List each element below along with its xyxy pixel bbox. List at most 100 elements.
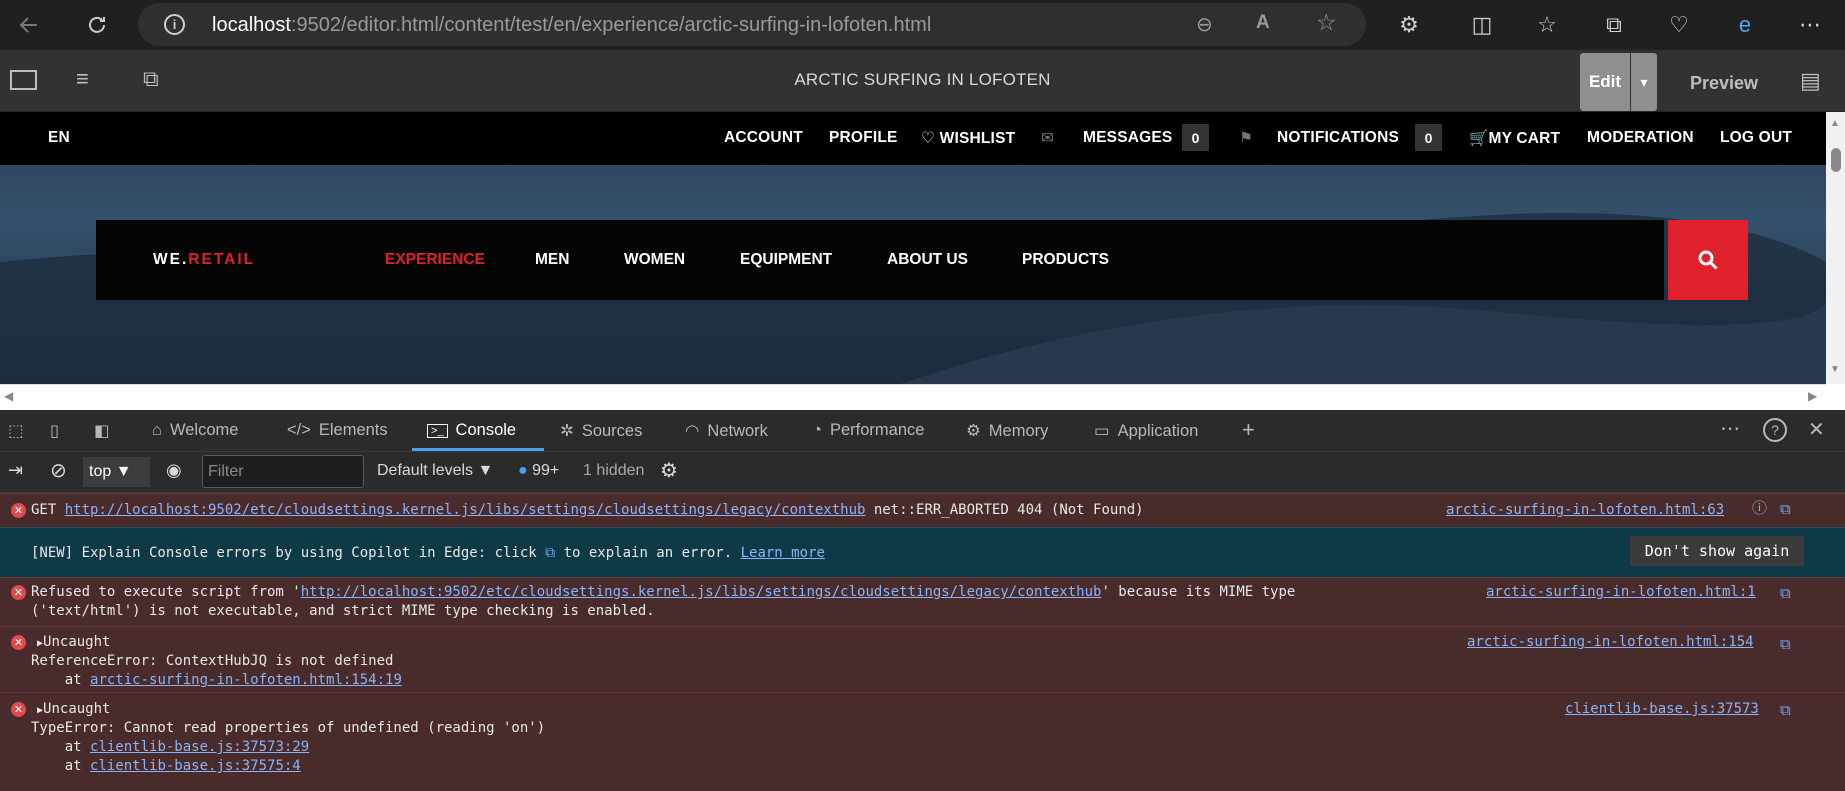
scroll-up-icon[interactable]: ▲ xyxy=(1830,118,1840,129)
console-filter-input[interactable] xyxy=(202,455,364,488)
back-button[interactable] xyxy=(12,8,46,42)
tab-application[interactable]: ▭ Application xyxy=(1094,421,1198,441)
favorites-icon[interactable]: ☆ xyxy=(1530,8,1564,42)
edit-mode-dropdown[interactable]: ▾ xyxy=(1631,53,1657,111)
console-toolbar: ⇥ ⊘ top ▼ ◉ Default levels ▼ ● 99+ 1 hid… xyxy=(0,452,1845,493)
tab-console[interactable]: >_ Console xyxy=(427,421,516,440)
cart-icon: 🛒 xyxy=(1469,130,1489,147)
moderation-link[interactable]: MODERATION xyxy=(1587,129,1694,147)
device-emulation-icon[interactable]: ▯ xyxy=(50,421,59,441)
code-icon: </> xyxy=(287,421,311,439)
error-status: net::ERR_ABORTED 404 (Not Found) xyxy=(865,502,1144,518)
scroll-down-icon[interactable]: ▼ xyxy=(1830,364,1840,375)
source-link[interactable]: clientlib-base.js:37573 xyxy=(1565,700,1759,719)
stack-link[interactable]: arctic-surfing-in-lofoten.html:154:19 xyxy=(90,672,402,688)
console-error-message: ✕ GET http://localhost:9502/etc/cloudset… xyxy=(0,493,1845,527)
site-search-button[interactable] xyxy=(1668,220,1748,300)
console-error-message: ✕ ▶Uncaught TypeError: Cannot read prope… xyxy=(0,692,1845,791)
copilot-explain-icon[interactable]: ⧉ xyxy=(1780,500,1791,519)
error-message: TypeError: Cannot read properties of und… xyxy=(31,720,546,736)
tab-performance[interactable]: ◔ Performance xyxy=(812,421,924,440)
scroll-thumb[interactable] xyxy=(1831,148,1841,172)
tab-network[interactable]: ◠ Network xyxy=(685,421,768,441)
console-settings-gear-icon[interactable]: ⚙ xyxy=(660,458,678,483)
copilot-explain-icon[interactable]: ⧉ xyxy=(1780,635,1791,654)
log-levels-dropdown[interactable]: Default levels ▼ xyxy=(377,462,493,480)
envelope-icon: ✉ xyxy=(1041,130,1055,147)
refresh-button[interactable] xyxy=(80,8,114,42)
cart-link[interactable]: 🛒MY CART xyxy=(1469,129,1560,148)
script-url-link[interactable]: http://localhost:9502/etc/cloudsettings.… xyxy=(301,584,1102,600)
preview-button[interactable]: Preview xyxy=(1690,73,1758,94)
zoom-out-icon[interactable]: ⊖ xyxy=(1196,12,1213,37)
more-tools-icon[interactable]: ⋯ xyxy=(1720,416,1740,441)
window-icon: ▭ xyxy=(1094,422,1110,440)
stack-link[interactable]: clientlib-base.js:37573:29 xyxy=(90,739,309,755)
copilot-explain-icon[interactable]: ⧉ xyxy=(1780,584,1791,603)
page-vertical-scrollbar[interactable]: ▲ ▼ xyxy=(1826,112,1845,384)
page-horizontal-scrollbar[interactable]: ◀ ▶ xyxy=(0,384,1826,410)
logout-link[interactable]: LOG OUT xyxy=(1720,129,1792,147)
address-bar[interactable]: i localhost:9502/editor.html/content/tes… xyxy=(138,3,1366,46)
messages-link[interactable]: MESSAGES xyxy=(1083,129,1172,147)
browser-health-icon[interactable]: ♡ xyxy=(1662,8,1696,42)
wishlist-link[interactable]: ♡ WISHLIST xyxy=(921,129,1015,148)
split-screen-icon[interactable]: ◫ xyxy=(1465,8,1499,42)
network-request-icon[interactable]: ⓘ xyxy=(1752,499,1767,518)
collections-icon[interactable]: ⧉ xyxy=(1597,8,1631,42)
nav-equipment[interactable]: EQUIPMENT xyxy=(740,251,832,269)
request-method: GET xyxy=(31,502,65,518)
nav-women[interactable]: WOMEN xyxy=(624,251,685,269)
notifications-link[interactable]: NOTIFICATIONS xyxy=(1277,129,1399,147)
active-tab-indicator xyxy=(412,448,544,451)
expand-toggle[interactable]: ▶Uncaught xyxy=(37,633,110,653)
source-link[interactable]: arctic-surfing-in-lofoten.html:63 xyxy=(1446,501,1724,520)
close-devtools-icon[interactable]: ✕ xyxy=(1808,417,1825,442)
scroll-right-icon[interactable]: ▶ xyxy=(1808,389,1817,403)
clear-console-icon[interactable]: ⊘ xyxy=(50,458,67,483)
add-tab-icon[interactable]: + xyxy=(1242,417,1255,443)
expand-toggle[interactable]: ▶Uncaught xyxy=(37,700,110,720)
edit-button[interactable]: Edit xyxy=(1580,53,1630,111)
tab-elements[interactable]: </> Elements xyxy=(287,421,388,440)
source-link[interactable]: arctic-surfing-in-lofoten.html:154 xyxy=(1467,633,1754,652)
copilot-explain-icon[interactable]: ⧉ xyxy=(1780,701,1791,720)
more-menu-icon[interactable]: ⋯ xyxy=(1793,8,1827,42)
issues-counter[interactable]: ● 99+ xyxy=(518,462,559,480)
page-title: ARCTIC SURFING IN LOFOTEN xyxy=(794,70,1051,89)
favorite-star-icon[interactable]: ☆ xyxy=(1316,9,1337,36)
profile-link[interactable]: PROFILE xyxy=(829,129,898,147)
message-part: Refused to execute script from ' xyxy=(31,584,301,600)
site-info-icon[interactable]: i xyxy=(164,14,185,35)
tab-welcome[interactable]: ⌂ Welcome xyxy=(152,421,238,440)
read-aloud-icon[interactable]: A xyxy=(1256,12,1270,34)
live-expression-eye-icon[interactable]: ◉ xyxy=(166,460,182,481)
stack-link[interactable]: clientlib-base.js:37575:4 xyxy=(90,758,301,774)
nav-men[interactable]: MEN xyxy=(535,251,569,269)
stack-frame: at clientlib-base.js:37575:4 xyxy=(31,757,301,776)
scroll-left-icon[interactable]: ◀ xyxy=(4,389,13,403)
dock-sidebar-icon[interactable]: ◧ xyxy=(94,421,110,441)
ie-mode-icon[interactable]: e xyxy=(1728,8,1762,42)
nav-products[interactable]: PRODUCTS xyxy=(1022,251,1109,269)
inspect-element-icon[interactable]: ⬚ xyxy=(8,421,24,441)
nav-about-us[interactable]: ABOUT US xyxy=(887,251,968,269)
account-link[interactable]: ACCOUNT xyxy=(724,129,803,147)
source-link[interactable]: arctic-surfing-in-lofoten.html:1 xyxy=(1486,583,1756,602)
language-selector[interactable]: EN xyxy=(48,129,70,147)
url-text[interactable]: localhost:9502/editor.html/content/test/… xyxy=(212,14,931,37)
dont-show-again-button[interactable]: Don't show again xyxy=(1630,536,1804,566)
nav-experience[interactable]: EXPERIENCE xyxy=(385,251,485,269)
site-logo[interactable]: WE.RETAIL xyxy=(153,251,255,269)
help-icon[interactable]: ? xyxy=(1763,418,1787,442)
issue-chat-icon: ● xyxy=(518,462,528,479)
annotations-icon[interactable]: ▤ xyxy=(1800,68,1821,94)
extensions-icon[interactable]: ⚙ xyxy=(1392,8,1426,42)
tab-sources[interactable]: ✲ Sources xyxy=(560,421,642,441)
hidden-count: 1 hidden xyxy=(583,462,645,479)
context-selector[interactable]: top ▼ xyxy=(83,457,150,487)
tab-memory[interactable]: ⚙ Memory xyxy=(966,421,1048,441)
learn-more-link[interactable]: Learn more xyxy=(741,545,825,561)
request-url-link[interactable]: http://localhost:9502/etc/cloudsettings.… xyxy=(65,502,866,518)
show-sidebar-icon[interactable]: ⇥ xyxy=(8,460,23,481)
